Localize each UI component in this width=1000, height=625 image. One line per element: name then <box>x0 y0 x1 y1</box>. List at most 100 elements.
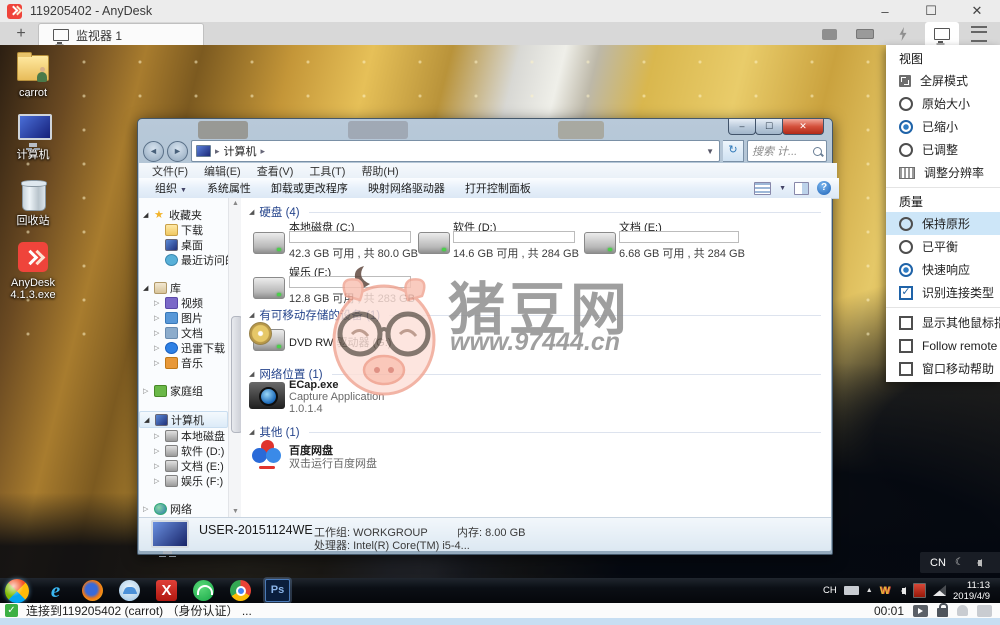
menu-item-adjust-resolution[interactable]: 调整分辨率 <box>886 161 1000 184</box>
capture-icon[interactable] <box>913 605 928 617</box>
menu-tools[interactable]: 工具(T) <box>302 163 352 179</box>
chevron-right-icon[interactable]: ▸ <box>261 146 266 157</box>
sidebar-item-homegroup[interactable]: ▷家庭组 <box>139 383 228 398</box>
minimize-button[interactable]: – <box>862 0 908 22</box>
scroll-down-icon[interactable]: ▼ <box>231 508 240 515</box>
dvd-drive-name[interactable]: DVD RW 驱动器 (G:) <box>289 334 391 350</box>
sidebar-item-thunder-downloads[interactable]: ▷迅雷下载 <box>139 340 228 355</box>
menu-item-fullscreen[interactable]: 全屏模式 <box>886 69 1000 92</box>
help-icon[interactable]: ? <box>817 181 831 195</box>
taskbar-red-x-app[interactable]: X <box>148 578 185 603</box>
sidebar-item-libraries[interactable]: ◢库 <box>139 280 228 295</box>
menu-item-show-remote-cursor[interactable]: 显示其他鼠标指针 <box>886 311 1000 334</box>
expanded-icon[interactable]: ◢ <box>143 211 151 219</box>
views-icon[interactable] <box>754 182 771 195</box>
menu-item-shrunk[interactable]: 已缩小 <box>886 115 1000 138</box>
taskbar-cloud-app[interactable] <box>111 578 148 603</box>
collapsed-icon[interactable]: ▷ <box>154 344 162 352</box>
uninstall-program-button[interactable]: 卸载或更改程序 <box>263 178 356 198</box>
expanded-icon[interactable]: ◢ <box>144 416 152 424</box>
collapsed-icon[interactable]: ▷ <box>154 359 162 367</box>
menu-item-window-move-helper[interactable]: 窗口移动帮助 <box>886 357 1000 380</box>
ecap-name[interactable]: ECap.exe <box>289 379 339 391</box>
tray-network-icon[interactable] <box>933 585 946 596</box>
map-network-drive-button[interactable]: 映射网络驱动器 <box>360 178 453 198</box>
sidebar-item-recent-places[interactable]: 最近访问的位置 <box>139 252 228 267</box>
maximize-button[interactable]: ☐ <box>908 0 954 22</box>
sidebar-item-drive-f[interactable]: ▷娱乐 (F:) <box>139 473 228 488</box>
sidebar-item-music[interactable]: ▷音乐 <box>139 355 228 370</box>
preview-pane-icon[interactable] <box>794 182 809 195</box>
refresh-button[interactable]: ↻ <box>723 140 744 162</box>
collapsed-icon[interactable]: ▷ <box>143 505 151 513</box>
sidebar-item-drive-c[interactable]: ▷本地磁盘 (C:) <box>139 428 228 443</box>
sidebar-item-documents[interactable]: ▷文档 <box>139 325 228 340</box>
collapsed-icon[interactable]: ▷ <box>154 314 162 322</box>
tray-status-icon[interactable] <box>913 583 926 598</box>
taskbar-chrome[interactable] <box>222 578 259 603</box>
open-control-panel-button[interactable]: 打开控制面板 <box>457 178 539 198</box>
address-dropdown-icon[interactable]: ▼ <box>701 147 719 156</box>
tray-volume-icon[interactable] <box>897 587 906 595</box>
sidebar-item-pictures[interactable]: ▷图片 <box>139 310 228 325</box>
hard-drive-icon[interactable] <box>253 232 285 254</box>
new-session-button[interactable]: + <box>10 24 32 44</box>
collapsed-icon[interactable]: ▷ <box>154 447 162 455</box>
sidebar-item-desktop[interactable]: 桌面 <box>139 237 228 252</box>
menu-edit[interactable]: 编辑(E) <box>197 163 248 179</box>
hard-drive-icon[interactable] <box>253 277 285 299</box>
collapsed-icon[interactable]: ▷ <box>154 329 162 337</box>
menu-item-follow-remote[interactable]: Follow remote <box>886 334 1000 357</box>
close-button[interactable]: ✕ <box>954 0 1000 22</box>
desktop-icon-anydesk-exe[interactable]: AnyDesk 4.1.3.exe <box>0 240 66 301</box>
taskbar-headset-app[interactable] <box>185 578 222 603</box>
taskbar-photoshop[interactable]: Ps <box>259 578 296 603</box>
collapsed-icon[interactable]: ▷ <box>143 387 151 395</box>
menu-item-fast-response[interactable]: 快速响应 <box>886 258 1000 281</box>
explorer-minimize-button[interactable]: – <box>728 119 756 135</box>
tray-w-app-icon[interactable]: W <box>880 585 890 597</box>
actions-button[interactable] <box>886 24 920 44</box>
sidebar-item-favorites[interactable]: ◢★收藏夹 <box>139 207 228 222</box>
tray-language[interactable]: CH <box>823 585 837 596</box>
keyboard-button[interactable] <box>848 24 882 44</box>
address-bar[interactable]: ▸ 计算机 ▸ ▼ <box>191 140 720 162</box>
lock-icon[interactable] <box>937 608 948 617</box>
menu-item-balanced[interactable]: 已平衡 <box>886 235 1000 258</box>
sidebar-item-drive-e[interactable]: ▷文档 (E:) <box>139 458 228 473</box>
back-button[interactable]: ◄ <box>143 141 164 162</box>
taskbar-firefox[interactable] <box>74 578 111 603</box>
expanded-icon[interactable]: ◢ <box>143 284 151 292</box>
baidu-netdisk-icon[interactable] <box>251 440 283 470</box>
group-header-hdd[interactable]: ◢硬盘 (4) <box>249 204 821 220</box>
group-header-removable[interactable]: ◢有可移动存储的设备 (1) <box>249 307 821 323</box>
tab-monitor-1[interactable]: 监视器 1 <box>38 23 204 46</box>
collapsed-icon[interactable]: ▷ <box>154 477 162 485</box>
group-header-other[interactable]: ◢其他 (1) <box>249 424 821 440</box>
scroll-up-icon[interactable]: ▲ <box>231 200 240 207</box>
hard-drive-icon[interactable] <box>418 232 450 254</box>
organize-button[interactable]: 组织▼ <box>147 178 195 198</box>
collapsed-icon[interactable]: ▷ <box>154 432 162 440</box>
menu-help[interactable]: 帮助(H) <box>354 163 405 179</box>
tray-hidden-icons[interactable]: ▲ <box>866 587 873 594</box>
sidebar-item-downloads[interactable]: 下载 <box>139 222 228 237</box>
sidebar-item-computer[interactable]: ◢计算机 <box>139 411 228 428</box>
views-dropdown-icon[interactable]: ▼ <box>779 185 786 192</box>
menu-button[interactable] <box>962 24 996 44</box>
menu-view[interactable]: 查看(V) <box>250 163 301 179</box>
desktop-icon-recycle-bin[interactable]: 回收站 <box>0 178 66 227</box>
breadcrumb[interactable]: 计算机 <box>224 143 257 159</box>
ime-indicator[interactable]: CN ☾ <box>920 552 1000 573</box>
tray-keyboard-icon[interactable] <box>844 586 859 595</box>
chat-button[interactable] <box>812 24 846 44</box>
explorer-titlebar[interactable]: – ☐ ✕ <box>138 119 832 141</box>
start-button[interactable] <box>5 579 29 603</box>
sidebar-scrollbar[interactable]: ▲ ▼ <box>228 198 242 517</box>
forward-button[interactable]: ► <box>167 141 188 162</box>
menu-item-detect-connection[interactable]: ✓识别连接类型 <box>886 281 1000 304</box>
hard-drive-icon[interactable] <box>584 232 616 254</box>
desktop-icon-computer[interactable]: 计算机 <box>0 112 66 161</box>
explorer-maximize-button[interactable]: ☐ <box>755 119 783 135</box>
sidebar-item-drive-d[interactable]: ▷软件 (D:) <box>139 443 228 458</box>
